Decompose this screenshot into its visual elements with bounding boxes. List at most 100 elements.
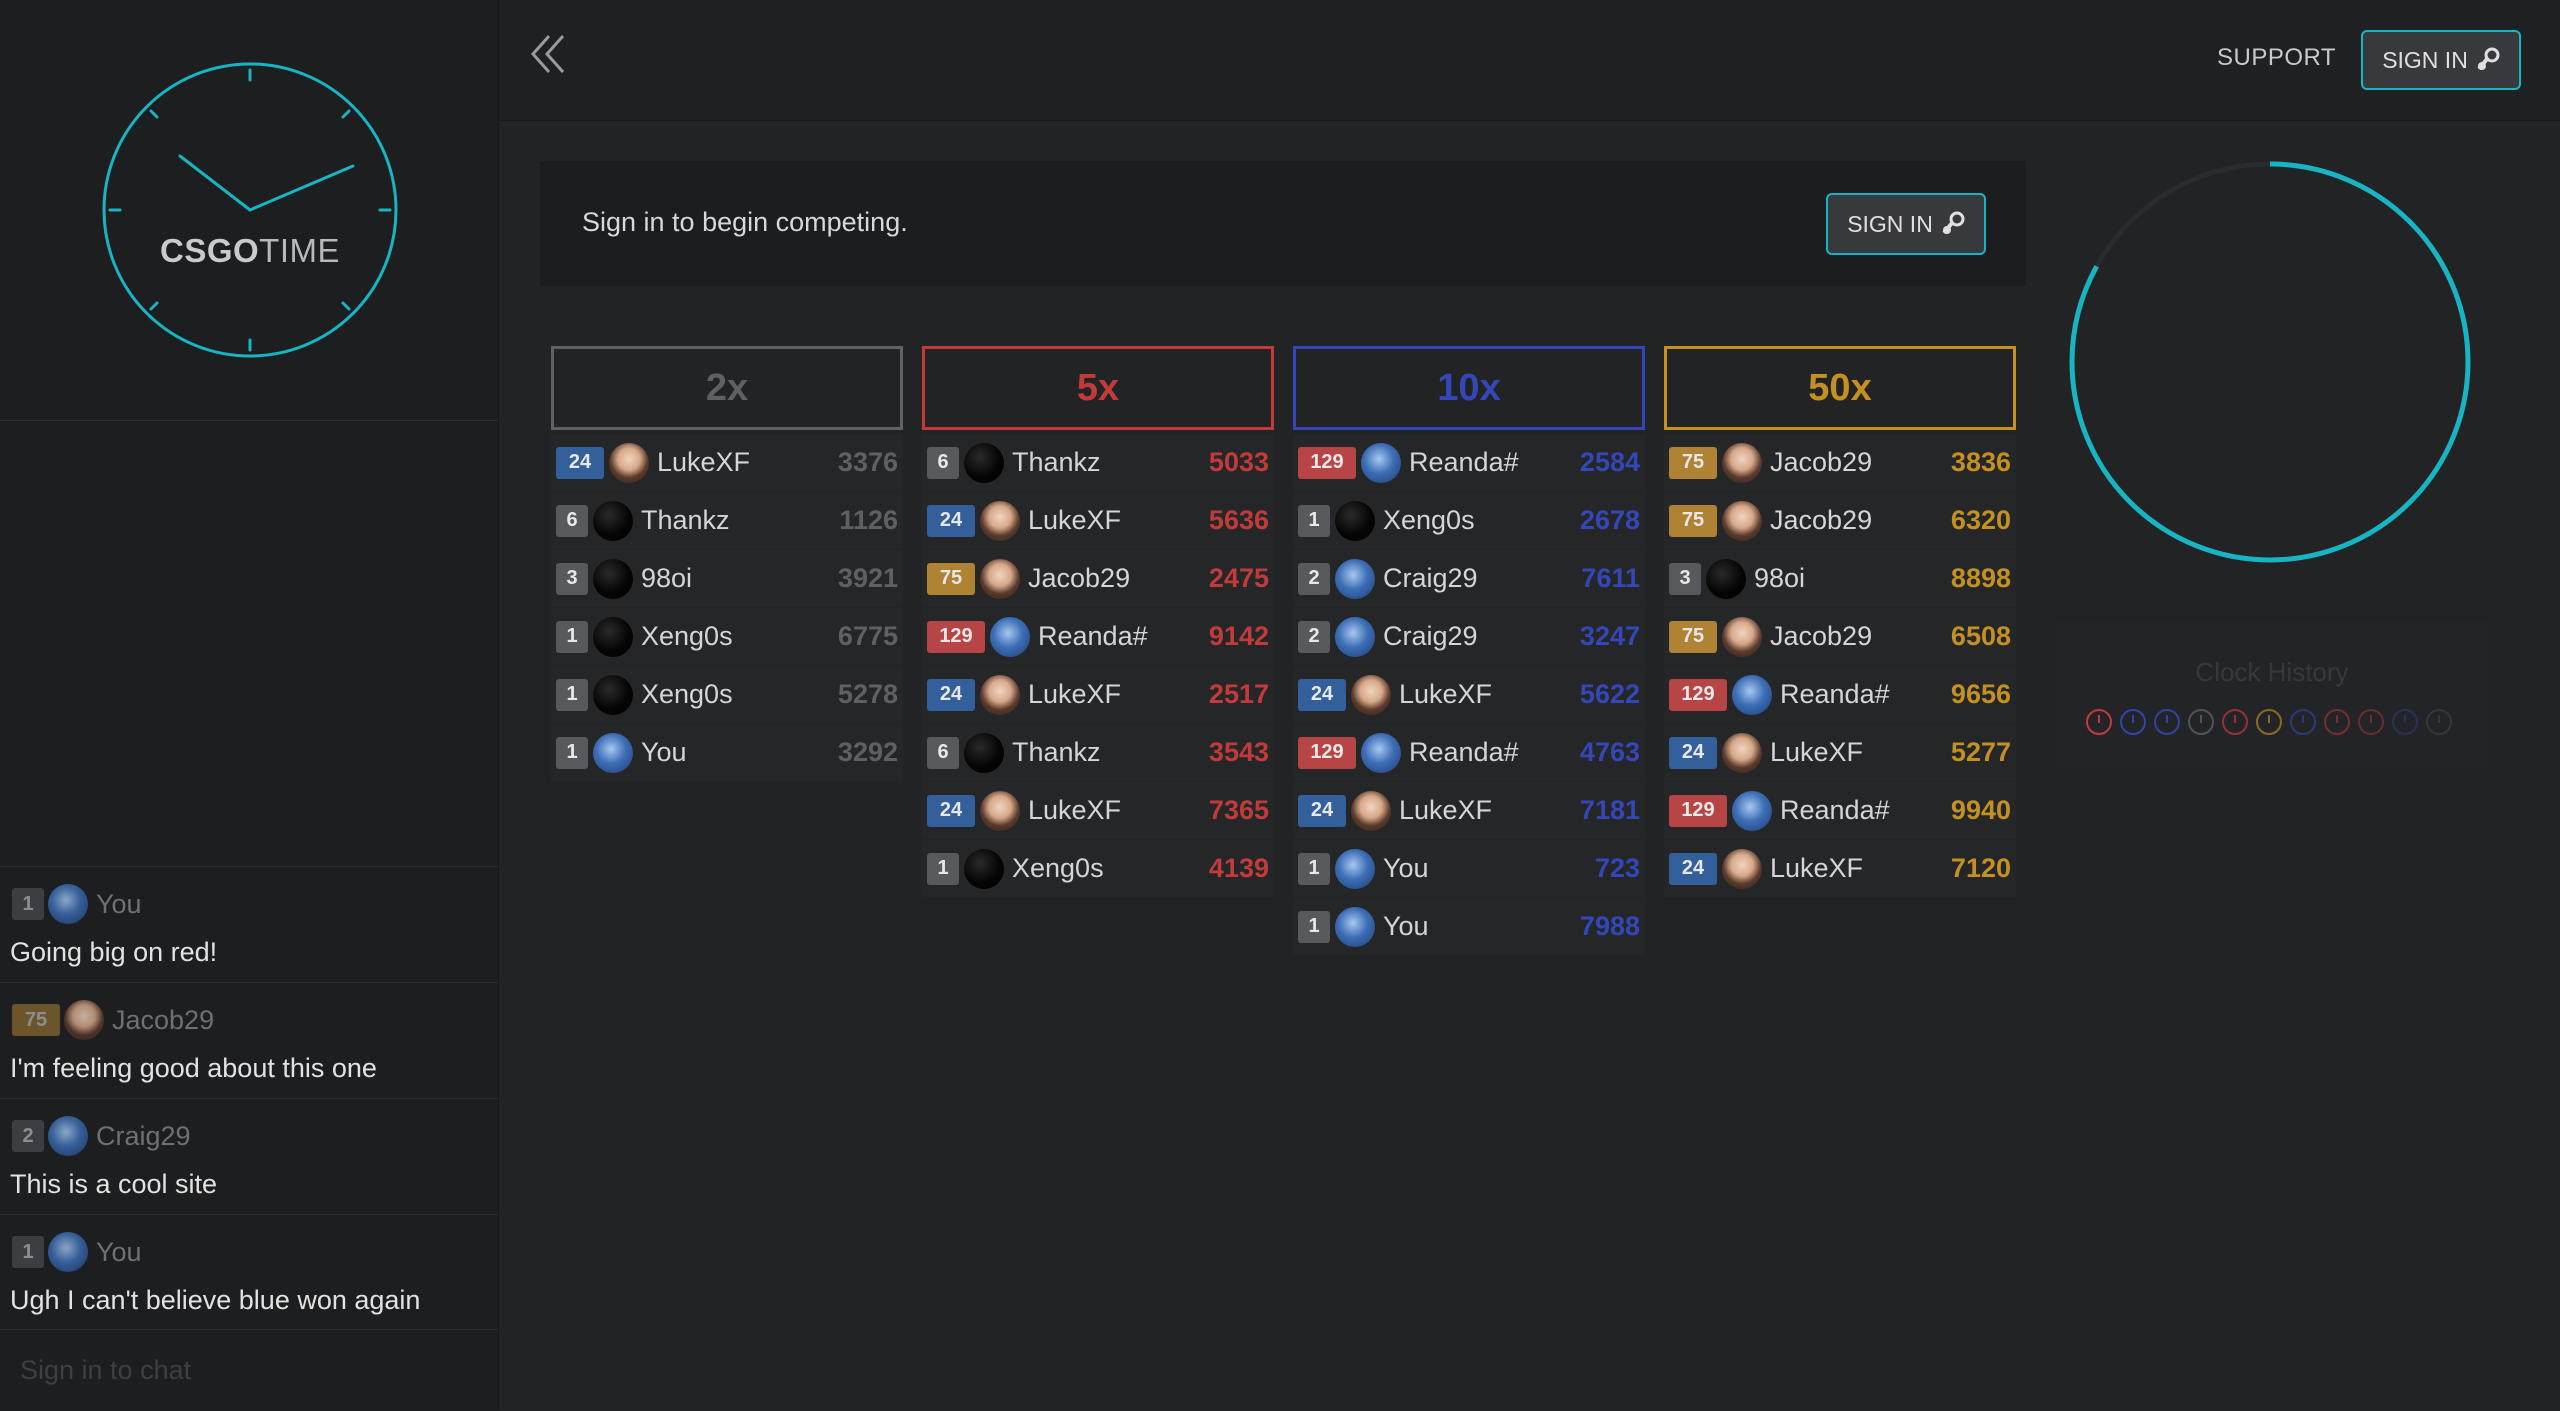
bet-amount: 7181 — [1579, 795, 1640, 825]
avatar — [980, 500, 1020, 541]
player-name: LukeXF — [1028, 679, 1122, 709]
player-name: 98oi — [1754, 563, 1806, 593]
avatar — [1335, 500, 1375, 541]
bet-row: 129 Reanda# 9656 — [1664, 666, 2016, 723]
player-name: You — [1383, 911, 1429, 941]
bet-amount: 3543 — [1208, 737, 1269, 767]
bet-row: 1 Xeng0s 4139 — [922, 840, 1274, 897]
avatar — [1351, 674, 1391, 715]
level-badge: 129 — [1298, 736, 1356, 769]
bet-list: 75 Jacob29 3836 75 Jacob29 6320 3 98oi 8898 75 Jac… — [1664, 434, 2016, 897]
avatar — [1351, 790, 1391, 831]
bet-amount: 7988 — [1579, 911, 1640, 941]
bet-row: 3 98oi 8898 — [1664, 550, 2016, 607]
bet-column-10x: 10x 129 Reanda# 2584 1 Xeng0s 2678 2 Craig29 7611… — [1293, 346, 1645, 956]
logo-text-light: TIME — [259, 232, 340, 269]
player-name: You — [641, 737, 687, 767]
chat-username: You — [96, 888, 142, 919]
bet-amount: 2584 — [1579, 447, 1640, 477]
history-result-icon — [2222, 709, 2248, 735]
avatar — [964, 732, 1004, 773]
player-name: Xeng0s — [1012, 853, 1104, 883]
bet-column-50x: 50x 75 Jacob29 3836 75 Jacob29 6320 3 98oi 8898 75… — [1664, 346, 2016, 898]
bet-row: 6 Thankz 1126 — [551, 492, 903, 549]
player-name: LukeXF — [1028, 505, 1122, 535]
bet-amount: 8898 — [1950, 563, 2011, 593]
support-link[interactable]: SUPPORT — [2217, 44, 2336, 72]
bet-button-50x[interactable]: 50x — [1664, 346, 2016, 430]
bet-amount: 5278 — [837, 679, 898, 709]
bet-button-10x[interactable]: 10x — [1293, 346, 1645, 430]
avatar — [1732, 790, 1772, 831]
logo-text: CSGOTIME — [100, 232, 400, 270]
level-badge: 24 — [927, 504, 975, 537]
avatar — [1732, 674, 1772, 715]
avatar — [593, 500, 633, 541]
avatar — [593, 674, 633, 715]
history-result-icon — [2120, 709, 2146, 735]
chat-message-text: Going big on red! — [10, 937, 218, 967]
player-name: Reanda# — [1780, 679, 1890, 709]
bet-button-2x[interactable]: 2x — [551, 346, 903, 430]
clock-history-dots — [2086, 709, 2452, 735]
bet-row: 24 LukeXF 2517 — [922, 666, 1274, 723]
top-bar: SUPPORT SIGN IN — [499, 0, 2560, 121]
avatar — [980, 790, 1020, 831]
history-result-icon — [2154, 709, 2180, 735]
level-badge: 6 — [556, 504, 588, 537]
bet-button-5x[interactable]: 5x — [922, 346, 1274, 430]
bet-amount: 2678 — [1579, 505, 1640, 535]
bet-row: 24 LukeXF 7181 — [1293, 782, 1645, 839]
level-badge: 24 — [1298, 794, 1346, 827]
bet-amount: 9940 — [1950, 795, 2011, 825]
level-badge: 24 — [556, 446, 604, 479]
level-badge: 24 — [927, 794, 975, 827]
bet-amount: 7611 — [1581, 563, 1640, 593]
avatar — [1361, 442, 1401, 483]
player-name: LukeXF — [1028, 795, 1122, 825]
player-name: Reanda# — [1409, 737, 1519, 767]
player-name: Thankz — [641, 505, 730, 535]
level-badge: 6 — [927, 446, 959, 479]
clock-history-title: Clock History — [2195, 657, 2349, 687]
player-name: LukeXF — [657, 447, 751, 477]
logo[interactable]: CSGOTIME — [0, 0, 498, 421]
avatar — [609, 442, 649, 483]
collapse-sidebar-icon[interactable] — [529, 32, 569, 76]
chat-message-text: I'm feeling good about this one — [10, 1053, 377, 1083]
avatar — [593, 616, 633, 657]
chat-message-header: 1 You — [12, 1232, 142, 1272]
bet-row: 75 Jacob29 6320 — [1664, 492, 2016, 549]
header-signin-button[interactable]: SIGN IN — [2361, 30, 2521, 90]
avatar — [990, 616, 1030, 657]
history-result-icon — [2290, 709, 2316, 735]
logo-text-bold: CSGO — [159, 232, 260, 269]
level-badge: 24 — [1669, 736, 1717, 769]
history-result-icon — [2256, 709, 2282, 735]
bet-row: 1 Xeng0s 2678 — [1293, 492, 1645, 549]
bet-row: 129 Reanda# 2584 — [1293, 434, 1645, 491]
bet-row: 129 Reanda# 9940 — [1664, 782, 2016, 839]
chat-message: 1 You Ugh I can't believe blue won again — [0, 1214, 498, 1330]
level-badge: 129 — [927, 620, 985, 653]
bet-amount: 6775 — [837, 621, 898, 651]
bet-column-2x: 2x 24 LukeXF 3376 6 Thankz 1126 3 98oi 3921 1 Xeng0… — [551, 346, 903, 782]
bet-amount: 4763 — [1579, 737, 1640, 767]
history-result-icon — [2324, 709, 2350, 735]
chat-input[interactable]: Sign in to chat — [0, 1329, 498, 1411]
bet-amount: 9142 — [1208, 621, 1269, 651]
history-result-icon — [2426, 709, 2452, 735]
chat-input-placeholder: Sign in to chat — [20, 1355, 192, 1385]
bet-row: 1 You 723 — [1293, 840, 1645, 897]
bet-amount: 6508 — [1950, 621, 2011, 651]
level-badge: 75 — [927, 562, 975, 595]
bet-row: 1 Xeng0s 5278 — [551, 666, 903, 723]
history-result-icon — [2086, 709, 2112, 735]
steam-icon — [1942, 211, 1965, 235]
player-name: Jacob29 — [1770, 447, 1873, 477]
level-badge: 2 — [12, 1120, 44, 1152]
bet-row: 75 Jacob29 6508 — [1664, 608, 2016, 665]
chat-message-header: 1 You — [12, 884, 142, 924]
player-name: Xeng0s — [641, 679, 733, 709]
banner-signin-button[interactable]: SIGN IN — [1826, 193, 1986, 255]
